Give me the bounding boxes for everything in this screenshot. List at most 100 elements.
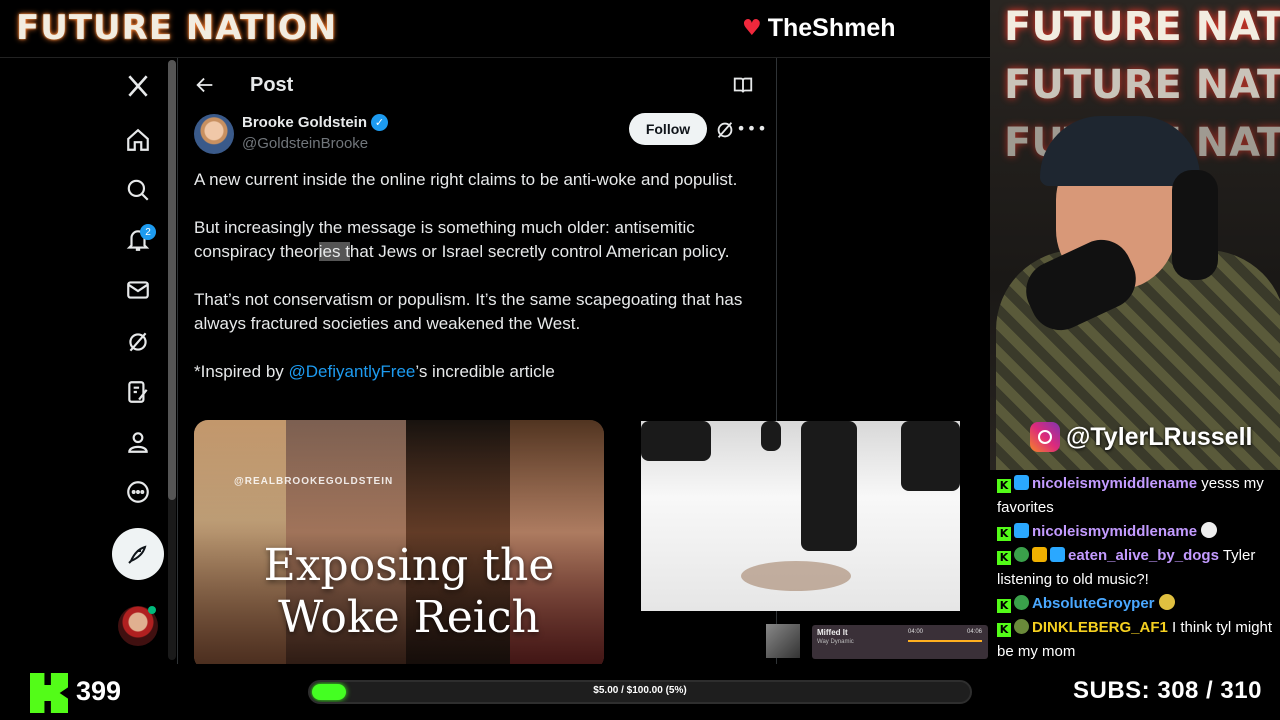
- time-total: 04:06: [966, 629, 982, 635]
- browser-capture: 2 Post Brooke Goldstein ✓ @GoldsteinBroo…: [0, 58, 990, 664]
- kick-logo-icon: [30, 673, 68, 713]
- stream-bottom-bar: 399 $5.00 / $100.00 (5%) SUBS: 308 / 310: [0, 664, 1280, 720]
- video-figure: [801, 421, 857, 551]
- instagram-icon: [1030, 422, 1060, 452]
- og-badge-icon: [1014, 595, 1029, 610]
- profile-icon[interactable]: [114, 418, 162, 466]
- post-header: Post: [178, 58, 778, 112]
- text-run: ’s incredible article: [415, 362, 555, 381]
- track-artist: Way Dynamic: [817, 639, 854, 645]
- subs-label: SUBS:: [1073, 677, 1151, 704]
- x-logo-icon[interactable]: [114, 62, 162, 110]
- chat-username[interactable]: eaten_alive_by_dogs: [1068, 547, 1219, 564]
- post-media-image[interactable]: @REALBROOKEGOLDSTEIN Exposing the Woke R…: [194, 420, 604, 664]
- page-title: Post: [250, 74, 294, 96]
- donation-goal-text: $5.00 / $100.00 (5%): [593, 685, 687, 696]
- future-nation-logo: FUTURE NATION: [16, 8, 338, 48]
- feather-icon: [128, 545, 147, 564]
- text-run: hat Jews or Israel secretly control Amer…: [349, 242, 730, 261]
- author-handle[interactable]: @GoldsteinBrooke: [242, 135, 368, 152]
- chat-username[interactable]: DINKLEBERG_AF1: [1032, 619, 1168, 636]
- home-icon[interactable]: [114, 116, 162, 164]
- neon-sign: FUTURE NATION: [1004, 4, 1280, 50]
- chat-username[interactable]: nicoleismymiddlename: [1032, 475, 1197, 492]
- scrollbar[interactable]: [168, 60, 176, 660]
- follower-count: 399: [76, 676, 122, 706]
- more-options-icon[interactable]: [114, 468, 162, 516]
- instagram-text: @TylerLRussell: [1066, 422, 1253, 451]
- grok-icon[interactable]: [114, 318, 162, 366]
- heart-icon: ♥: [742, 15, 762, 41]
- post-text: A new current inside the online right cl…: [194, 168, 764, 408]
- chat-panel: Knicoleismymiddlename yesss my favorites…: [990, 470, 1280, 664]
- headphones: [1172, 170, 1218, 280]
- video-figure: [761, 421, 781, 451]
- streamer: [996, 100, 1280, 470]
- compose-post-button[interactable]: [112, 528, 164, 580]
- chat-message: K AbsoluteGroyper: [997, 592, 1274, 616]
- webcam-panel: FUTURE NATION FUTURE NATION FUTURE NATIO…: [990, 0, 1280, 470]
- post-paragraph: But increasingly the message is somethin…: [194, 216, 764, 264]
- explore-icon[interactable]: [114, 166, 162, 214]
- track-info: Miffed It Way Dynamic: [812, 625, 916, 659]
- kick-badge-icon: K: [997, 479, 1011, 493]
- chat-username[interactable]: AbsoluteGroyper: [1032, 595, 1155, 612]
- time-elapsed: 04:00: [908, 629, 924, 635]
- track-title: Miffed It: [817, 628, 848, 637]
- lists-icon[interactable]: [114, 368, 162, 416]
- kick-badge-icon: K: [997, 527, 1011, 541]
- image-watermark: @REALBROOKEGOLDSTEIN: [234, 476, 394, 487]
- scrollbar-thumb[interactable]: [168, 60, 176, 500]
- crown-badge-icon: [1032, 547, 1047, 562]
- chat-message: Keaten_alive_by_dogs Tyler listening to …: [997, 544, 1274, 592]
- mention-link[interactable]: @DefiyantlyFree: [289, 362, 416, 381]
- messages-icon[interactable]: [114, 266, 162, 314]
- notification-badge: 2: [140, 224, 156, 240]
- image-headline: Exposing the Woke Reich: [263, 540, 555, 643]
- sub-badge-icon: [1050, 547, 1065, 562]
- streamer-cap: [1040, 116, 1200, 186]
- chat-message: K DINKLEBERG_AF1 I think tyl might be my …: [997, 616, 1274, 664]
- chat-message: Knicoleismymiddlename: [997, 520, 1274, 544]
- track-progress-bar: [908, 640, 982, 642]
- video-figure: [901, 421, 960, 491]
- stream-header: FUTURE NATION ♥ TheShmeh: [0, 0, 990, 58]
- og-badge-icon: [1014, 547, 1029, 562]
- post-paragraph: *Inspired by @DefiyantlyFree’s incredibl…: [194, 360, 764, 384]
- video-shadow: [741, 561, 851, 591]
- subs-value: 308 / 310: [1157, 677, 1262, 704]
- chat-username[interactable]: nicoleismymiddlename: [1032, 523, 1197, 540]
- grok-explain-icon[interactable]: [712, 117, 738, 143]
- more-horizontal-icon[interactable]: •••: [736, 116, 766, 140]
- sub-badge-icon: [1014, 523, 1029, 538]
- sub-badge-icon: [1014, 475, 1029, 490]
- donation-goal-bar: $5.00 / $100.00 (5%): [308, 680, 972, 704]
- post-paragraph: A new current inside the online right cl…: [194, 170, 738, 189]
- reader-mode-icon[interactable]: [730, 72, 756, 98]
- verified-badge-icon: ✓: [371, 114, 389, 131]
- author-name-row[interactable]: Brooke Goldstein ✓: [242, 114, 389, 131]
- text-run: *Inspired by: [194, 362, 289, 381]
- chat-message: Knicoleismymiddlename yesss my favorites: [997, 472, 1274, 520]
- emote-icon: [1201, 522, 1218, 538]
- now-playing-widget: Miffed It Way Dynamic 04:00 04:06: [764, 622, 990, 660]
- track-times: 04:00 04:06: [908, 629, 982, 635]
- emote-icon: [1158, 594, 1175, 610]
- author-name[interactable]: Brooke Goldstein: [242, 114, 367, 131]
- text-selection: ies t: [318, 242, 350, 261]
- kick-badge-icon: K: [997, 551, 1011, 565]
- instagram-handle: @TylerLRussell: [1030, 422, 1252, 452]
- brand: ♥ TheShmeh: [742, 14, 896, 43]
- notifications-icon[interactable]: 2: [114, 216, 162, 264]
- sub-counter: SUBS: 308 / 310: [1073, 677, 1262, 705]
- follow-button[interactable]: Follow: [629, 113, 707, 145]
- online-status-dot: [148, 606, 156, 614]
- author-avatar[interactable]: [194, 114, 234, 154]
- brand-name: TheShmeh: [767, 14, 896, 42]
- album-art: [766, 624, 800, 658]
- soldier-badge-icon: [1014, 619, 1029, 634]
- video-clip-overlay: [641, 421, 960, 611]
- kick-badge-icon: K: [997, 599, 1011, 613]
- side-nav: 2: [112, 58, 164, 664]
- back-arrow-icon[interactable]: [192, 72, 218, 98]
